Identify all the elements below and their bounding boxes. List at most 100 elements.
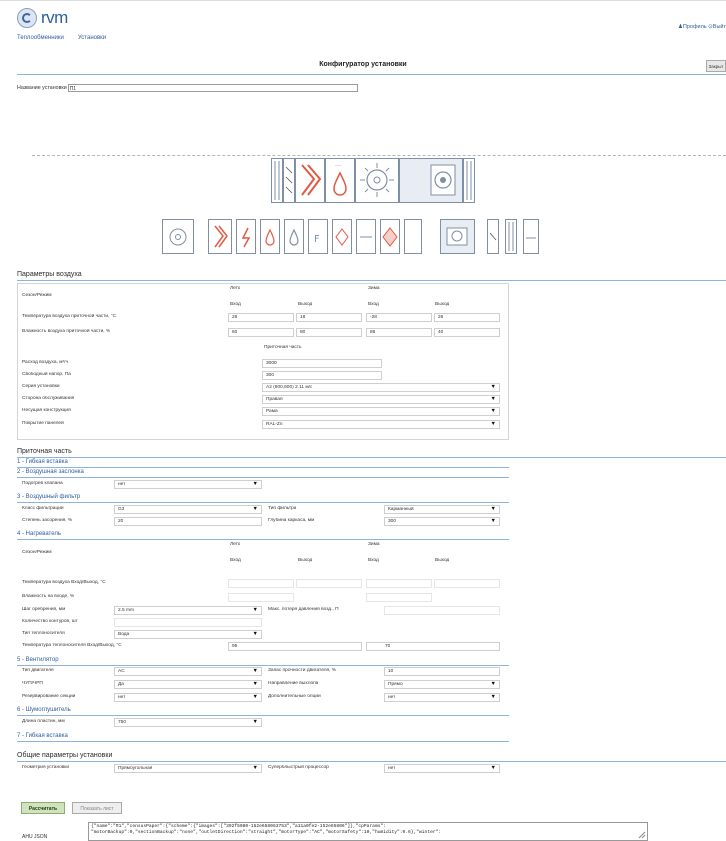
winter-temp-in[interactable]: -28 bbox=[366, 313, 432, 322]
heat-valve-select[interactable]: нет ▼ bbox=[114, 480, 262, 489]
winter-temp-out-value: 26 bbox=[438, 315, 444, 320]
max-loss-input[interactable] bbox=[384, 606, 500, 615]
backup-select[interactable]: нет ▼ bbox=[114, 693, 262, 702]
show-sheet-button[interactable]: Показать лист bbox=[72, 802, 122, 814]
flex-insert-end-section[interactable] bbox=[463, 158, 475, 203]
chp-select[interactable]: Да ▼ bbox=[114, 680, 262, 689]
coolant-in-input[interactable]: 95 bbox=[228, 642, 362, 651]
heater-summer-in: Вход bbox=[230, 558, 241, 563]
section-5-heading[interactable]: 5 - Вентилятор bbox=[17, 657, 59, 663]
resize-handle-icon[interactable] bbox=[638, 831, 646, 839]
filter-class-value: G3 bbox=[118, 507, 125, 512]
palette-plate-exchanger[interactable] bbox=[380, 219, 400, 254]
palette-recuperator[interactable] bbox=[332, 219, 352, 254]
frame-select[interactable]: Рама ▼ bbox=[262, 407, 500, 416]
coolant-in-value: 95 bbox=[232, 644, 238, 649]
plate-length-label: Длина пластин, мм bbox=[22, 719, 65, 724]
palette-electric-heater[interactable] bbox=[236, 219, 256, 254]
summer-temp-in[interactable]: 26 bbox=[228, 313, 294, 322]
preview-divider bbox=[32, 155, 726, 156]
summer-hum-in[interactable]: 60 bbox=[228, 328, 294, 337]
summer-temp-out[interactable]: 18 bbox=[296, 313, 362, 322]
airflow-input[interactable]: 3000 bbox=[262, 359, 382, 368]
clogging-label: Степень засорения, % bbox=[22, 518, 73, 523]
ahu-json-textarea[interactable]: {"name":"П1","censusPaper":{"scheme":{"i… bbox=[88, 822, 648, 841]
chevron-down-icon: ▼ bbox=[252, 607, 258, 613]
palette-humidifier[interactable] bbox=[523, 219, 539, 254]
palette-empty[interactable] bbox=[404, 219, 422, 254]
flex-insert-section[interactable] bbox=[271, 158, 283, 203]
palette-damper[interactable] bbox=[487, 219, 499, 254]
frame-depth-label: Глубина каркаса, мм bbox=[268, 518, 315, 523]
palette-filter[interactable] bbox=[208, 219, 232, 254]
page-title: Конфигуратор установки bbox=[319, 61, 407, 68]
summer-in-label: Вход bbox=[230, 302, 241, 307]
palette-freon-cooler[interactable]: F bbox=[308, 219, 328, 254]
calculate-button[interactable]: Рассчитать bbox=[21, 802, 65, 814]
summer-hum-out[interactable]: 80 bbox=[296, 328, 362, 337]
exhaust-direction-value: Прямо bbox=[388, 682, 403, 687]
winter-hum-in[interactable]: 86 bbox=[366, 328, 432, 337]
fin-step-select[interactable]: 2.5 mm ▼ bbox=[114, 606, 262, 615]
clogging-input[interactable]: 20 bbox=[114, 517, 262, 526]
motor-margin-input[interactable]: 10 bbox=[384, 667, 500, 676]
service-side-select[interactable]: Правая ▼ bbox=[262, 395, 500, 404]
section-6-divider bbox=[17, 715, 509, 716]
frame-depth-value: 300 bbox=[388, 519, 397, 524]
coolant-type-select[interactable]: Вода ▼ bbox=[114, 630, 262, 639]
section-6-heading[interactable]: 6 - Шумоглушитель bbox=[17, 707, 71, 713]
heater-section[interactable]: ᐧᐧᐧᐧ bbox=[325, 158, 355, 203]
nav-link-heat-exchangers[interactable]: Теплообменники bbox=[17, 35, 64, 41]
motor-type-select[interactable]: AC ▼ bbox=[114, 667, 262, 676]
palette-silencer[interactable] bbox=[440, 219, 475, 254]
logo[interactable]: rvm bbox=[17, 8, 68, 28]
coolant-out-value: 70 bbox=[385, 644, 391, 649]
winter-temp-out[interactable]: 26 bbox=[434, 313, 500, 322]
coating-select[interactable]: RAL-Zn ▼ bbox=[262, 420, 500, 429]
nav-link-units[interactable]: Установки bbox=[78, 35, 106, 41]
frame-depth-select[interactable]: 300 ▼ bbox=[384, 517, 500, 526]
plate-length-select[interactable]: 750 ▼ bbox=[114, 718, 262, 727]
pressure-input[interactable]: 300 bbox=[262, 371, 382, 380]
chp-value: Да bbox=[118, 682, 124, 687]
filter-type-select[interactable]: Карманный ▼ bbox=[384, 505, 500, 514]
coolant-out-input[interactable]: 70 bbox=[366, 642, 500, 651]
unit-name-label: Название установки bbox=[17, 85, 67, 91]
general-heading: Общие параметры установки bbox=[17, 752, 113, 759]
backup-label: Резервирование секции bbox=[22, 694, 76, 699]
section-1-heading[interactable]: 1 - Гибкая вставка bbox=[17, 459, 68, 465]
palette-fan[interactable] bbox=[162, 219, 194, 254]
winter-in-label: Вход bbox=[368, 302, 379, 307]
damper-section[interactable] bbox=[283, 158, 295, 203]
extra-options-select[interactable]: нет ▼ bbox=[384, 693, 500, 702]
unit-name-input[interactable]: П1 bbox=[67, 84, 358, 92]
palette-water-heater[interactable] bbox=[260, 219, 280, 254]
close-button[interactable]: Закрыт bbox=[706, 60, 726, 72]
filter-section[interactable] bbox=[295, 158, 325, 203]
series-select[interactable]: A2 (900,600) 2.11 м/с ▼ bbox=[262, 383, 500, 392]
circuits-input[interactable] bbox=[114, 618, 262, 627]
section-3-heading[interactable]: 3 - Воздушный фильтр bbox=[17, 494, 80, 500]
section-7-heading[interactable]: 7 - Гибкая вставка bbox=[17, 733, 68, 739]
palette-mixing[interactable] bbox=[356, 219, 376, 254]
user-links[interactable]: ♟Профиль ⊙Выйт bbox=[678, 24, 726, 30]
series-value: A2 (900,600) 2.11 м/с bbox=[266, 385, 313, 390]
filter-class-select[interactable]: G3 ▼ bbox=[114, 505, 262, 514]
geometry-select[interactable]: Прямоугольная ▼ bbox=[114, 764, 262, 773]
winter-hum-out[interactable]: 40 bbox=[434, 328, 500, 337]
svg-text:F: F bbox=[314, 234, 320, 245]
flex-insert-icon bbox=[274, 161, 280, 200]
silencer-section[interactable] bbox=[399, 158, 463, 203]
palette-flex-insert[interactable] bbox=[505, 219, 517, 254]
section-2-heading[interactable]: 2 - Воздушная заслонка bbox=[17, 469, 84, 475]
top-border bbox=[0, 0, 726, 1]
supply-part-label: Приточная часть bbox=[264, 345, 302, 350]
supply-heading: Приточная часть bbox=[17, 448, 72, 455]
heat-valve-label: Подогрев клапана bbox=[22, 481, 63, 486]
section-4-heading[interactable]: 4 - Нагреватель bbox=[17, 531, 61, 537]
palette-water-cooler[interactable] bbox=[284, 219, 304, 254]
cpu-select[interactable]: нет ▼ bbox=[384, 764, 500, 773]
exhaust-direction-select[interactable]: Прямо ▼ bbox=[384, 680, 500, 689]
heater-hum-cell-2 bbox=[366, 593, 432, 602]
fan-section[interactable] bbox=[355, 158, 399, 203]
